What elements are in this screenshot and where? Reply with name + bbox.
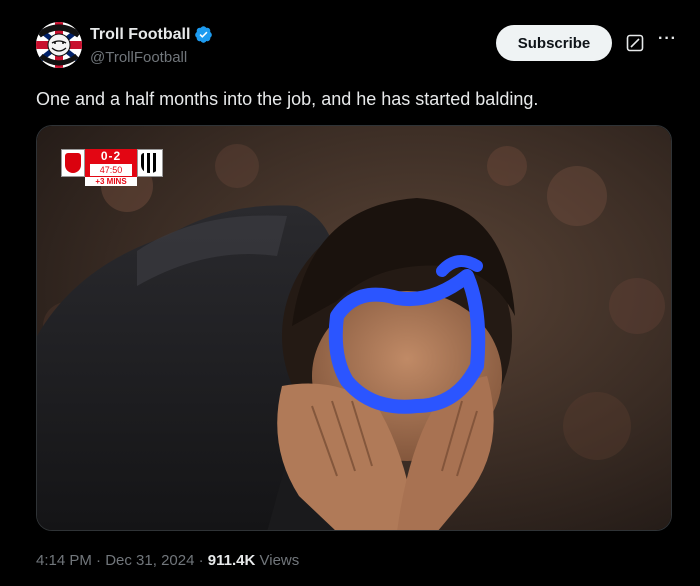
separator: · [194, 552, 208, 569]
tweet-header: Troll Football @TrollFootball Subscribe … [36, 22, 680, 72]
score: 0-2 [100, 149, 122, 163]
handle[interactable]: @TrollFootball [90, 49, 187, 66]
more-options-icon[interactable]: ··· [658, 30, 677, 48]
tweet-meta: 4:14 PM · Dec 31, 2024 · 911.4K Views [36, 552, 299, 569]
display-name[interactable]: Troll Football [90, 26, 190, 44]
newcastle-crest-icon [141, 153, 159, 173]
grok-icon[interactable] [626, 34, 644, 52]
subscribe-button[interactable]: Subscribe [496, 25, 612, 61]
views-label: Views [259, 552, 300, 569]
name-row: Troll Football [90, 25, 213, 44]
tweet-date[interactable]: Dec 31, 2024 [105, 552, 194, 569]
match-clock: 47:50 [90, 164, 132, 176]
avatar[interactable] [36, 22, 82, 68]
scorebug: 0-2 47:50 +3 MINS [61, 149, 163, 186]
verified-badge-icon [195, 26, 213, 43]
tweet-media-image[interactable]: 0-2 47:50 +3 MINS [36, 125, 672, 531]
media-photo [37, 126, 671, 530]
views-count: 911.4K [207, 552, 256, 569]
added-time: +3 MINS [85, 177, 137, 186]
tweet-text: One and a half months into the job, and … [36, 89, 539, 109]
tweet-time[interactable]: 4:14 PM [36, 552, 92, 569]
separator: · [91, 552, 106, 569]
man-united-crest-icon [65, 153, 81, 173]
troll-football-logo-icon [36, 22, 82, 68]
